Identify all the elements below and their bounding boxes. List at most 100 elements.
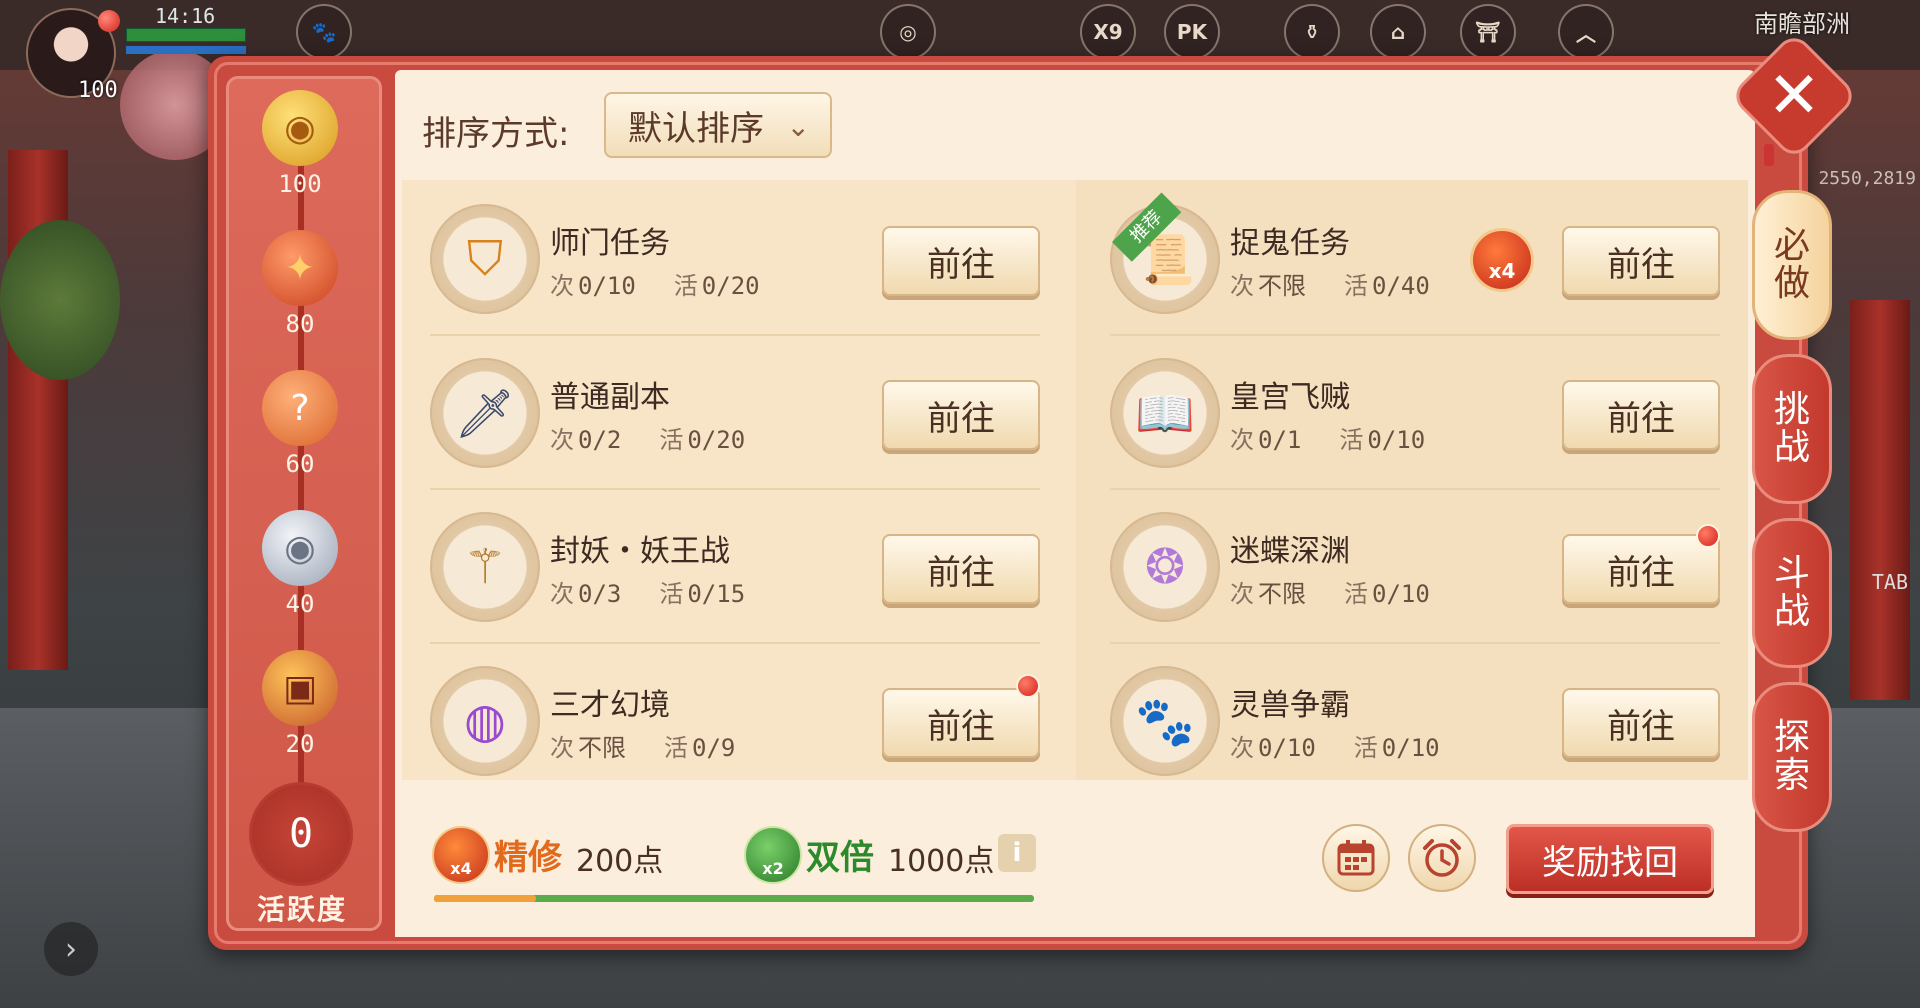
times-value: 不限: [578, 734, 626, 762]
task-meta: 次 0/1 活 0/10: [1230, 420, 1425, 455]
tab-label: 探: [1773, 717, 1810, 759]
task-meta: 次 0/10 活 0/10: [1230, 728, 1440, 763]
times-label: 次: [550, 734, 574, 762]
x9-menu-icon[interactable]: X9: [1080, 4, 1136, 60]
activity-menu-icon[interactable]: ◎: [880, 4, 936, 60]
milestone-100[interactable]: ◉ 100: [262, 90, 338, 198]
tab-label: 做: [1773, 263, 1810, 304]
tab-label: 挑: [1773, 389, 1810, 431]
times-value: 0/1: [1258, 426, 1302, 454]
activity-label: 活: [664, 734, 688, 762]
tab-must-do[interactable]: 必 做: [1752, 190, 1832, 340]
task-row: 🗡 普通副本 次 0/2 活 0/20 前往: [430, 336, 1040, 490]
go-button[interactable]: 前往: [1562, 226, 1720, 296]
notification-dot: [98, 10, 120, 32]
calendar-button[interactable]: [1322, 824, 1390, 892]
close-icon[interactable]: ✕: [1748, 50, 1840, 142]
clock-time: 14:16: [155, 4, 216, 28]
activity-label: 活: [1344, 272, 1368, 300]
activity-value: 0/40: [1372, 272, 1430, 300]
activity-label: 活: [1339, 426, 1364, 454]
pk-menu-icon[interactable]: PK: [1164, 4, 1220, 60]
player-level: 100: [78, 78, 118, 103]
double-x2-icon: x2: [744, 826, 802, 884]
shop-menu-icon[interactable]: ⌂: [1370, 4, 1426, 60]
notification-dot: [1696, 524, 1720, 548]
activity-label: 活: [659, 580, 684, 608]
refine-x4-icon: x4: [432, 826, 490, 884]
activity-label: 活: [673, 272, 698, 300]
times-value: 0/2: [578, 426, 622, 454]
refine-points: 200点: [576, 844, 664, 879]
tab-label: 战: [1773, 427, 1810, 468]
milestone-60[interactable]: ? 60: [262, 370, 338, 478]
task-row: ◍ 三才幻境 次不限 活 0/9 前往: [430, 644, 1040, 798]
mystery-bag-icon: ?: [262, 370, 338, 446]
times-label: 次: [1230, 426, 1254, 454]
tab-battle[interactable]: 斗 战: [1752, 518, 1832, 668]
sort-label: 排序方式:: [422, 114, 570, 154]
go-button[interactable]: 前往: [882, 226, 1040, 296]
hp-bar: [126, 28, 246, 42]
activity-value: 0/10: [1372, 580, 1430, 608]
milestone-value: 100: [278, 170, 322, 198]
paw-icon: 🐾: [1110, 666, 1220, 776]
times-label: 次: [1230, 580, 1254, 608]
times-value: 0/10: [578, 272, 636, 300]
chevron-down-icon: ⌄: [786, 110, 810, 143]
go-button[interactable]: 前往: [882, 534, 1040, 604]
region-name: 南瞻部洲: [1754, 10, 1850, 38]
tab-label: 必: [1773, 225, 1810, 267]
milestone-20[interactable]: ▣ 20: [262, 650, 338, 758]
chest-icon: ▣: [262, 650, 338, 726]
task-name: 师门任务: [550, 226, 670, 261]
x4-multiplier-icon: x4: [1470, 228, 1534, 292]
activity-value: 0/20: [701, 272, 760, 300]
collapse-up-icon[interactable]: ︿: [1558, 4, 1614, 60]
milestone-80[interactable]: ✦ 80: [262, 230, 338, 338]
task-row: ❂ 迷蝶深渊 次不限 活 0/10 前往: [1110, 490, 1720, 644]
alarm-button[interactable]: [1408, 824, 1476, 892]
go-button[interactable]: 前往: [882, 688, 1040, 758]
task-meta: 次 0/2 活 0/20: [550, 420, 745, 455]
go-button[interactable]: 前往: [1562, 534, 1720, 604]
tab-label: 斗: [1773, 553, 1810, 595]
go-button[interactable]: 前往: [1562, 380, 1720, 450]
activity-value: 0/10: [1381, 734, 1440, 762]
times-label: 次: [550, 272, 574, 300]
tree: [0, 220, 120, 380]
go-button[interactable]: 前往: [1562, 688, 1720, 758]
reward-recovery-button[interactable]: 奖励找回: [1506, 824, 1714, 894]
dragon-staff-icon: ⚚: [430, 512, 540, 622]
info-icon[interactable]: i: [998, 834, 1036, 872]
times-value: 不限: [1258, 580, 1306, 608]
times-label: 次: [1230, 734, 1254, 762]
milestone-40[interactable]: ◉ 40: [262, 510, 338, 618]
paw-menu-icon[interactable]: 🐾: [296, 4, 352, 60]
expand-arrow-icon[interactable]: ›: [44, 922, 98, 976]
refine-title: 精修: [494, 838, 562, 878]
activity-value: 0/15: [687, 580, 746, 608]
double-title: 双倍: [806, 838, 874, 878]
tab-challenge[interactable]: 挑 战: [1752, 354, 1832, 504]
task-meta: 次不限 活 0/40: [1230, 266, 1430, 301]
times-value: 不限: [1258, 272, 1306, 300]
task-name: 封妖・妖王战: [550, 534, 730, 569]
tower-menu-icon[interactable]: ⛩: [1460, 4, 1516, 60]
times-value: 0/10: [1258, 734, 1316, 762]
tab-explore[interactable]: 探 索: [1752, 682, 1832, 832]
butterfly-orb-icon: ❂: [1110, 512, 1220, 622]
bag-menu-icon[interactable]: ⚱: [1284, 4, 1340, 60]
activity-value: 0/20: [687, 426, 746, 454]
task-name: 皇宫飞贼: [1230, 380, 1350, 415]
task-row: 📜 推荐 捉鬼任务 次不限活 0/40 x4 前往: [1110, 182, 1720, 336]
silver-coin-icon: ◉: [262, 510, 338, 586]
task-name: 灵兽争霸: [1230, 688, 1350, 723]
go-button[interactable]: 前往: [882, 380, 1040, 450]
sort-dropdown[interactable]: 默认排序 ⌄: [604, 92, 832, 158]
task-name: 普通副本: [550, 380, 670, 415]
sort-selected-value: 默认排序: [628, 108, 764, 149]
task-row: 📖 皇宫飞贼 次 0/1 活 0/10 前往: [1110, 336, 1720, 490]
tab-hint: TAB: [1871, 570, 1908, 594]
task-name: 三才幻境: [550, 688, 670, 723]
